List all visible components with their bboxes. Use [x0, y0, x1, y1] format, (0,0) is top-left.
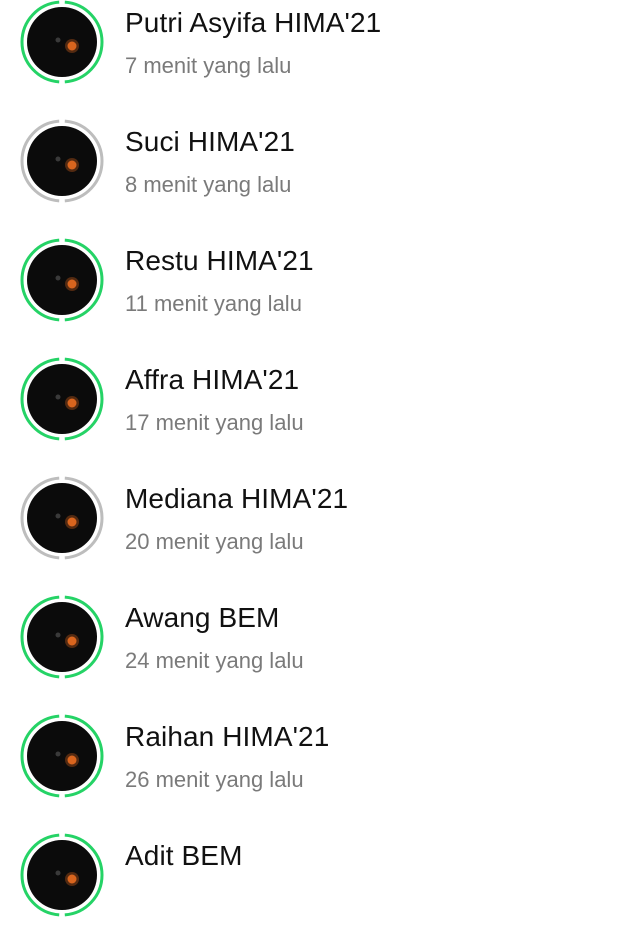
avatar-photo: [27, 840, 97, 910]
avatar-photo: [27, 126, 97, 196]
avatar-light: [67, 755, 77, 765]
avatar-photo: [27, 245, 97, 315]
contact-name: Awang BEM: [125, 602, 280, 633]
contact-name: Suci HIMA'21: [125, 126, 295, 157]
contact-name: Mediana HIMA'21: [125, 483, 349, 514]
contact-name: Putri Asyifa HIMA'21: [125, 7, 382, 38]
avatar-light: [67, 874, 77, 884]
status-row[interactable]: Awang BEM 24 menit yang lalu: [0, 595, 640, 713]
avatar-image: [20, 833, 104, 917]
status-row[interactable]: Mediana HIMA'21 20 menit yang lalu: [0, 476, 640, 594]
avatar-light: [67, 398, 77, 408]
avatar[interactable]: [20, 595, 104, 679]
avatar-speck: [55, 513, 61, 519]
avatar[interactable]: [20, 476, 104, 560]
avatar-light: [67, 279, 77, 289]
avatar[interactable]: [20, 238, 104, 322]
avatar-speck: [55, 156, 61, 162]
avatar-photo: [27, 364, 97, 434]
avatar-light: [67, 41, 77, 51]
avatar[interactable]: [20, 714, 104, 798]
avatar-image: [20, 238, 104, 322]
status-row[interactable]: Adit BEM: [0, 833, 640, 951]
avatar-light: [67, 160, 77, 170]
avatar-speck: [55, 275, 61, 281]
avatar-photo: [27, 602, 97, 672]
status-timestamp: 8 menit yang lalu: [125, 172, 292, 197]
status-row[interactable]: Putri Asyifa HIMA'21 7 menit yang lalu: [0, 0, 640, 118]
contact-name: Affra HIMA'21: [125, 364, 300, 395]
avatar-image: [20, 119, 104, 203]
status-timestamp: 17 menit yang lalu: [125, 410, 304, 435]
status-timestamp: 11 menit yang lalu: [125, 291, 302, 316]
avatar-light: [67, 517, 77, 527]
avatar[interactable]: [20, 0, 104, 84]
status-row[interactable]: Affra HIMA'21 17 menit yang lalu: [0, 357, 640, 475]
avatar-image: [20, 595, 104, 679]
avatar-light: [67, 636, 77, 646]
status-timestamp: 7 menit yang lalu: [125, 53, 292, 78]
contact-name: Adit BEM: [125, 840, 243, 871]
contact-name: Restu HIMA'21: [125, 245, 314, 276]
contact-name: Raihan HIMA'21: [125, 721, 330, 752]
avatar-speck: [55, 870, 61, 876]
status-timestamp: 20 menit yang lalu: [125, 529, 304, 554]
status-row[interactable]: Suci HIMA'21 8 menit yang lalu: [0, 119, 640, 237]
avatar-speck: [55, 751, 61, 757]
avatar-photo: [27, 7, 97, 77]
status-row[interactable]: Restu HIMA'21 11 menit yang lalu: [0, 238, 640, 356]
avatar-speck: [55, 394, 61, 400]
avatar-speck: [55, 37, 61, 43]
avatar-speck: [55, 632, 61, 638]
status-timestamp: 24 menit yang lalu: [125, 648, 304, 673]
status-timestamp: 26 menit yang lalu: [125, 767, 304, 792]
avatar[interactable]: [20, 357, 104, 441]
status-row[interactable]: Raihan HIMA'21 26 menit yang lalu: [0, 714, 640, 832]
avatar[interactable]: [20, 833, 104, 917]
avatar-image: [20, 357, 104, 441]
avatar-image: [20, 476, 104, 560]
avatar-photo: [27, 483, 97, 553]
avatar-image: [20, 714, 104, 798]
avatar[interactable]: [20, 119, 104, 203]
avatar-image: [20, 0, 104, 84]
avatar-photo: [27, 721, 97, 791]
